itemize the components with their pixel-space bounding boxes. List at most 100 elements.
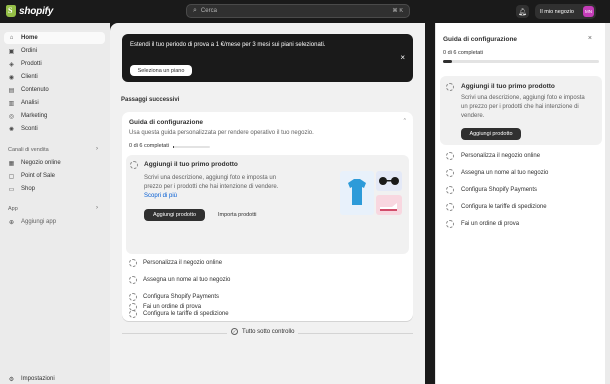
next-steps-heading: Passaggi successivi <box>121 97 180 103</box>
sidebar-item-label: Contenuto <box>21 87 49 93</box>
close-icon[interactable]: × <box>400 53 405 62</box>
step-label: Configura Shopify Payments <box>461 187 538 193</box>
description-text: Scrivi una descrizione, aggiungi foto e … <box>144 175 279 190</box>
store-menu-button[interactable]: Il mio negozio MN <box>535 4 596 19</box>
gear-icon: ⚙ <box>8 376 15 383</box>
sidebar-item-label: Ordini <box>21 48 38 54</box>
step-status-icon <box>129 303 137 311</box>
active-step[interactable]: Aggiungi il tuo primo prodotto Scrivi un… <box>126 155 409 254</box>
notifications-button[interactable]: 🔔︎ <box>516 5 529 18</box>
sidebar-item-orders[interactable]: ▣ Ordini <box>4 45 105 57</box>
products-illustration <box>340 171 402 215</box>
setup-guide-panel: Guida di configurazione × 0 di 6 complet… <box>435 23 605 384</box>
step-label: Personalizza il negozio online <box>143 260 223 266</box>
panel-active-step-description: Scrivi una descrizione, aggiungi foto e … <box>461 95 585 119</box>
avatar: MN <box>583 6 594 17</box>
panel-step-customize-store[interactable]: Personalizza il negozio online <box>446 150 540 162</box>
apps-heading: App <box>8 206 18 212</box>
sidebar-item-label: Prodotti <box>21 61 42 67</box>
chevron-right-icon[interactable]: › <box>96 146 98 152</box>
step-status-icon <box>446 169 454 177</box>
chevron-right-icon[interactable]: › <box>96 205 98 211</box>
progress-bar <box>173 146 210 148</box>
target-icon: ◎ <box>8 113 15 120</box>
step-label: Fai un ordine di prova <box>143 304 202 310</box>
analytics-icon: ▥ <box>8 100 15 107</box>
step-label: Configura le tariffe di spedizione <box>461 204 547 210</box>
setup-guide-card: Guida di configurazione ˆ Usa questa gui… <box>122 112 413 321</box>
chevron-up-icon[interactable]: ˆ <box>404 119 406 126</box>
person-icon: ◉ <box>8 74 15 81</box>
step-status-icon <box>446 186 454 194</box>
home-icon: ⌂ <box>9 35 14 41</box>
panel-step-shopify-payments[interactable]: Configura Shopify Payments <box>446 184 537 196</box>
active-step-title: Aggiungi il tuo primo prodotto <box>144 161 238 168</box>
step-label: Assegna un nome al tuo negozio <box>143 277 231 283</box>
search-shortcut: ⌘ K <box>392 8 403 14</box>
sidebar-item-label: Impostazioni <box>21 376 55 382</box>
step-status-icon <box>446 220 454 228</box>
sidebar-item-online-store[interactable]: ▦ Negozio online <box>4 157 105 169</box>
step-test-order[interactable]: Fai un ordine di prova <box>129 301 201 313</box>
sidebar-item-settings[interactable]: ⚙ Impostazioni <box>4 373 105 384</box>
step-label: Fai un ordine di prova <box>461 221 520 227</box>
step-status-icon <box>129 259 137 267</box>
discount-icon: ✺ <box>8 126 15 133</box>
import-products-button[interactable]: Importa prodotti <box>218 212 257 218</box>
all-done-text: Tutto sotto controllo <box>242 328 295 335</box>
all-done-badge: ✓ Tutto sotto controllo <box>227 328 299 335</box>
active-step-description: Scrivi una descrizione, aggiungi foto e … <box>144 174 284 201</box>
step-label: Configura Shopify Payments <box>143 294 220 300</box>
add-circle-icon: ⊕ <box>8 219 15 226</box>
orders-icon: ▣ <box>8 48 15 55</box>
step-status-icon <box>446 152 454 160</box>
check-circle-icon: ✓ <box>231 328 238 335</box>
add-product-button[interactable]: Aggiungi prodotto <box>144 209 205 221</box>
step-status-icon <box>446 203 454 211</box>
search-input[interactable]: ⌕ Cerca ⌘ K <box>186 4 410 18</box>
step-label: Personalizza il negozio online <box>461 153 541 159</box>
step-status-icon[interactable] <box>130 161 138 169</box>
sidebar-item-shop[interactable]: ▭ Shop <box>4 183 105 195</box>
sidebar-item-label: Sconti <box>21 126 38 132</box>
search-icon: ⌕ <box>193 7 197 14</box>
step-status-icon <box>129 293 137 301</box>
learn-more-link[interactable]: Scopri di più <box>144 193 177 199</box>
panel-progress-label: 0 di 6 completati <box>443 50 484 56</box>
panel-step-shipping-rates[interactable]: Configura le tariffe di spedizione <box>446 201 547 213</box>
shopify-logo[interactable]: shopify <box>6 5 53 17</box>
sidebar-item-label: Aggiungi app <box>21 219 57 225</box>
logo-text: shopify <box>19 5 54 17</box>
step-label: Assegna un nome al tuo negozio <box>461 170 549 176</box>
panel-step-store-name[interactable]: Assegna un nome al tuo negozio <box>446 167 548 179</box>
close-icon[interactable]: × <box>588 35 592 42</box>
panel-active-step[interactable]: Aggiungi il tuo primo prodotto Scrivi un… <box>440 76 602 145</box>
sidebar-item-home[interactable]: ⌂ Home <box>4 32 105 44</box>
sidebar-item-marketing[interactable]: ◎ Marketing <box>4 110 105 122</box>
panel-add-product-button[interactable]: Aggiungi prodotto <box>461 128 521 140</box>
scrollbar[interactable] <box>605 23 610 384</box>
main-content: Estendi il tuo periodo di prova a 1 €/me… <box>110 23 425 384</box>
sidebar-item-label: Home <box>21 35 38 41</box>
sidebar-item-content[interactable]: ▤ Contenuto <box>4 84 105 96</box>
progress-bar-fill <box>173 146 175 148</box>
sidebar-item-label: Analisi <box>21 100 39 106</box>
sidebar-item-customers[interactable]: ◉ Clienti <box>4 71 105 83</box>
setup-guide-title: Guida di configurazione <box>129 119 204 126</box>
sidebar-item-products[interactable]: ◈ Prodotti <box>4 58 105 70</box>
shop-icon: ▭ <box>8 186 15 193</box>
sidebar-item-discounts[interactable]: ✺ Sconti <box>4 123 105 135</box>
select-plan-button[interactable]: Seleziona un piano <box>130 65 192 76</box>
panel-step-test-order[interactable]: Fai un ordine di prova <box>446 218 519 230</box>
progress-label: 0 di 6 completati <box>129 143 170 149</box>
sidebar-item-analytics[interactable]: ▥ Analisi <box>4 97 105 109</box>
sidebar-item-label: Negozio online <box>21 160 61 166</box>
step-customize-store[interactable]: Personalizza il negozio online <box>129 257 222 269</box>
shopify-bag-icon <box>6 5 16 17</box>
step-status-icon[interactable] <box>446 83 454 91</box>
sidebar: ⌂ Home ▣ Ordini ◈ Prodotti ◉ Clienti ▤ C… <box>0 23 110 384</box>
step-store-name[interactable]: Assegna un nome al tuo negozio <box>129 274 230 286</box>
panel-progress-fill <box>443 60 453 63</box>
sidebar-item-pos[interactable]: ▢ Point of Sale <box>4 170 105 182</box>
sidebar-item-add-app[interactable]: ⊕ Aggiungi app <box>4 216 105 228</box>
